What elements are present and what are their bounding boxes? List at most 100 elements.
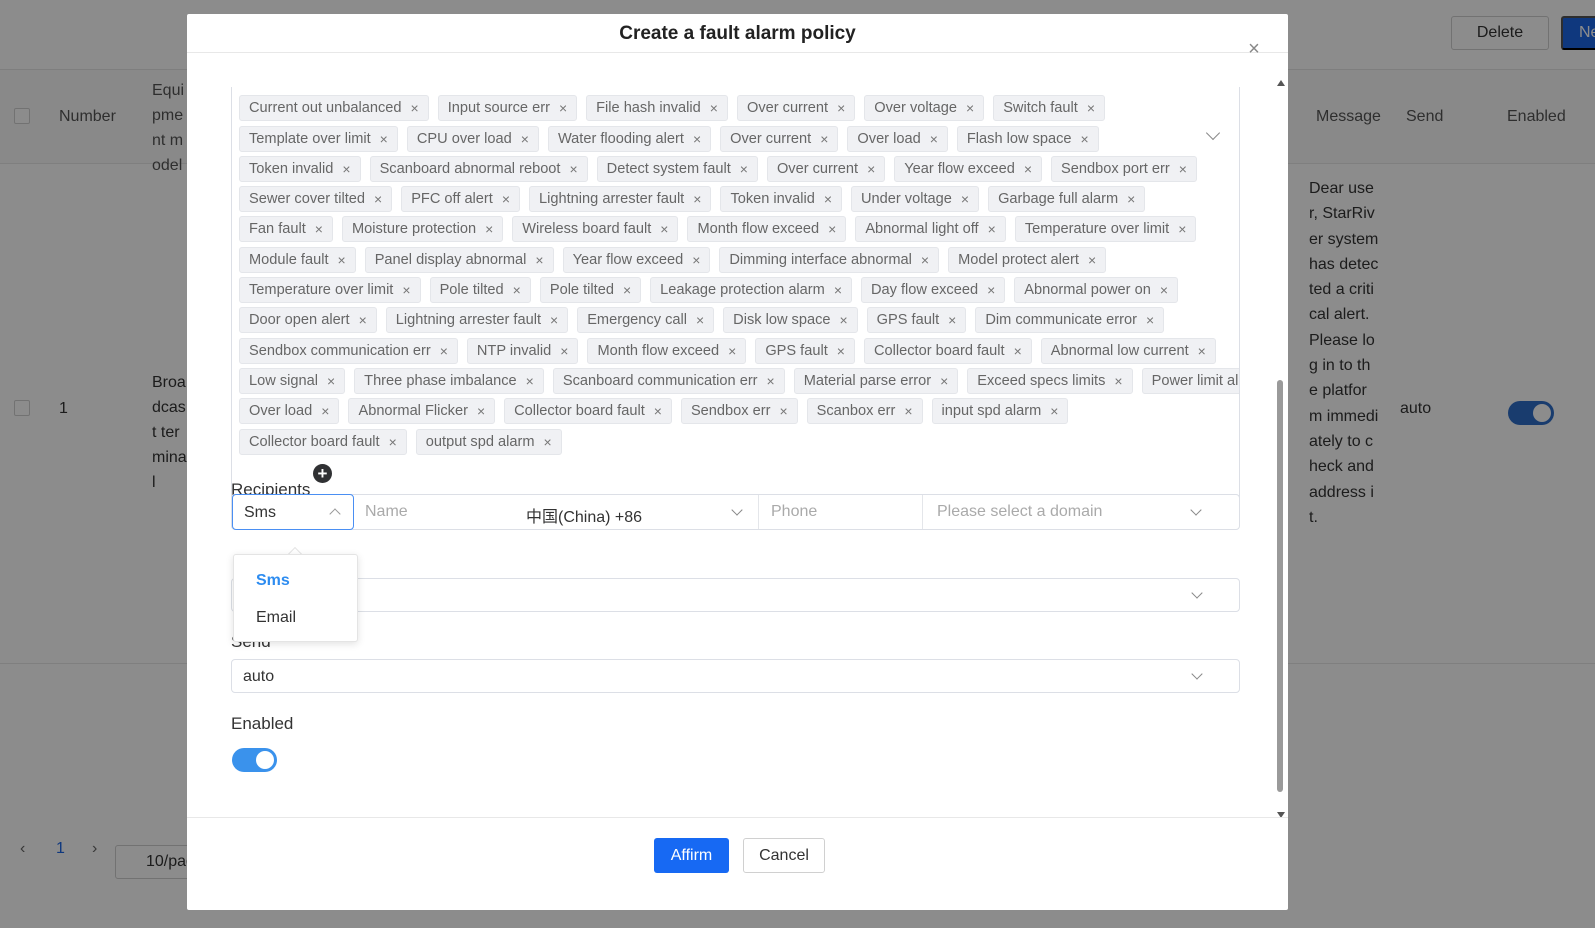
tag-label: Wireless board fault	[522, 221, 652, 238]
alarm-type-tag: Year flow exceed ×	[562, 246, 711, 273]
tag-remove-icon[interactable]: ×	[550, 308, 558, 332]
add-recipient-icon[interactable]: +	[313, 464, 332, 483]
tag-remove-icon[interactable]: ×	[904, 399, 912, 423]
scrollbar-thumb[interactable]	[1277, 380, 1283, 792]
tag-remove-icon[interactable]: ×	[513, 278, 521, 302]
alarm-type-tag: Wireless board fault ×	[512, 216, 679, 243]
tag-remove-icon[interactable]: ×	[1081, 127, 1089, 151]
hidden-select[interactable]	[231, 578, 1240, 612]
tag-remove-icon[interactable]: ×	[380, 127, 388, 151]
tag-remove-icon[interactable]: ×	[654, 399, 662, 423]
recipient-name-input[interactable]: Name	[365, 503, 408, 521]
cancel-button[interactable]: Cancel	[743, 838, 825, 873]
recipient-type-select[interactable]: Sms	[232, 494, 354, 530]
domain-select[interactable]: Please select a domain	[937, 503, 1102, 521]
alarm-type-tag: Temperature over limit ×	[239, 277, 421, 304]
tag-remove-icon[interactable]: ×	[477, 399, 485, 423]
tag-label: File hash invalid	[596, 100, 701, 117]
tag-remove-icon[interactable]: ×	[440, 339, 448, 363]
tag-label: Collector board fault	[249, 433, 380, 450]
chevron-down-icon	[1191, 668, 1203, 680]
tag-remove-icon[interactable]: ×	[1087, 96, 1095, 120]
tag-label: Sendbox err	[690, 403, 771, 420]
tag-remove-icon[interactable]: ×	[834, 278, 842, 302]
tag-remove-icon[interactable]: ×	[1160, 278, 1168, 302]
alarm-types-multiselect[interactable]: Current out unbalanced × Input source err ×…	[231, 87, 1240, 507]
tag-remove-icon[interactable]: ×	[779, 399, 787, 423]
tag-remove-icon[interactable]: ×	[411, 96, 419, 120]
tag-remove-icon[interactable]: ×	[921, 248, 929, 272]
alarm-type-tag: Material parse error ×	[793, 367, 959, 394]
tag-label: Leakage protection alarm	[660, 282, 825, 299]
tag-remove-icon[interactable]: ×	[359, 308, 367, 332]
tag-remove-icon[interactable]: ×	[544, 430, 552, 454]
tag-remove-icon[interactable]: ×	[321, 399, 329, 423]
tag-remove-icon[interactable]: ×	[623, 278, 631, 302]
tag-remove-icon[interactable]: ×	[1050, 399, 1058, 423]
tag-remove-icon[interactable]: ×	[526, 369, 534, 393]
tag-remove-icon[interactable]: ×	[867, 157, 875, 181]
tag-remove-icon[interactable]: ×	[824, 187, 832, 211]
alarm-type-tag: Abnormal light off ×	[855, 216, 1006, 243]
tag-remove-icon[interactable]: ×	[389, 430, 397, 454]
tag-remove-icon[interactable]: ×	[930, 127, 938, 151]
tag-remove-icon[interactable]: ×	[820, 127, 828, 151]
tag-list: Current out unbalanced × Input source err ×…	[239, 87, 1239, 459]
tag-remove-icon[interactable]: ×	[1146, 308, 1154, 332]
tag-remove-icon[interactable]: ×	[740, 157, 748, 181]
tag-remove-icon[interactable]: ×	[327, 369, 335, 393]
tag-remove-icon[interactable]: ×	[402, 278, 410, 302]
phone-input[interactable]: Phone	[771, 503, 817, 521]
tag-remove-icon[interactable]: ×	[940, 369, 948, 393]
tag-remove-icon[interactable]: ×	[1127, 187, 1135, 211]
tag-remove-icon[interactable]: ×	[535, 248, 543, 272]
tag-remove-icon[interactable]: ×	[1014, 339, 1022, 363]
tag-remove-icon[interactable]: ×	[338, 248, 346, 272]
tag-remove-icon[interactable]: ×	[502, 187, 510, 211]
tag-remove-icon[interactable]: ×	[988, 217, 996, 241]
tag-remove-icon[interactable]: ×	[1179, 157, 1187, 181]
tag-remove-icon[interactable]: ×	[1114, 369, 1122, 393]
enabled-toggle[interactable]	[232, 748, 277, 772]
alarm-type-tag: Scanboard communication err ×	[552, 367, 785, 394]
tag-remove-icon[interactable]: ×	[696, 308, 704, 332]
tag-remove-icon[interactable]: ×	[521, 127, 529, 151]
tag-remove-icon[interactable]: ×	[560, 339, 568, 363]
tag-remove-icon[interactable]: ×	[660, 217, 668, 241]
dropdown-option-email[interactable]: Email	[256, 609, 296, 627]
tag-remove-icon[interactable]: ×	[1088, 248, 1096, 272]
tag-remove-icon[interactable]: ×	[693, 187, 701, 211]
tag-remove-icon[interactable]: ×	[837, 339, 845, 363]
dropdown-option-sms[interactable]: Sms	[256, 572, 290, 590]
affirm-button[interactable]: Affirm	[654, 838, 729, 873]
tag-remove-icon[interactable]: ×	[828, 217, 836, 241]
tag-remove-icon[interactable]: ×	[342, 157, 350, 181]
tag-row: Current out unbalanced × Input source err ×…	[239, 95, 1229, 125]
tag-remove-icon[interactable]: ×	[569, 157, 577, 181]
tag-remove-icon[interactable]: ×	[1178, 217, 1186, 241]
tag-remove-icon[interactable]: ×	[692, 248, 700, 272]
tag-remove-icon[interactable]: ×	[559, 96, 567, 120]
scroll-up-icon[interactable]	[1277, 80, 1285, 86]
tag-remove-icon[interactable]: ×	[710, 96, 718, 120]
tag-remove-icon[interactable]: ×	[837, 96, 845, 120]
tag-remove-icon[interactable]: ×	[315, 217, 323, 241]
send-value: auto	[243, 668, 275, 685]
tag-remove-icon[interactable]: ×	[728, 339, 736, 363]
tag-label: Scanbox err	[816, 403, 896, 420]
tag-remove-icon[interactable]: ×	[1024, 157, 1032, 181]
alarm-type-tag: Moisture protection ×	[341, 216, 504, 243]
tag-remove-icon[interactable]: ×	[948, 308, 956, 332]
tag-remove-icon[interactable]: ×	[374, 187, 382, 211]
tag-remove-icon[interactable]: ×	[485, 217, 493, 241]
country-code-select[interactable]: 中国(China) +86	[526, 503, 642, 527]
tag-remove-icon[interactable]: ×	[987, 278, 995, 302]
tag-label: Flash low space	[966, 130, 1072, 147]
tag-remove-icon[interactable]: ×	[1198, 339, 1206, 363]
tag-remove-icon[interactable]: ×	[966, 96, 974, 120]
send-select[interactable]: auto	[231, 659, 1240, 693]
tag-remove-icon[interactable]: ×	[961, 187, 969, 211]
tag-remove-icon[interactable]: ×	[839, 308, 847, 332]
tag-remove-icon[interactable]: ×	[693, 127, 701, 151]
tag-remove-icon[interactable]: ×	[767, 369, 775, 393]
